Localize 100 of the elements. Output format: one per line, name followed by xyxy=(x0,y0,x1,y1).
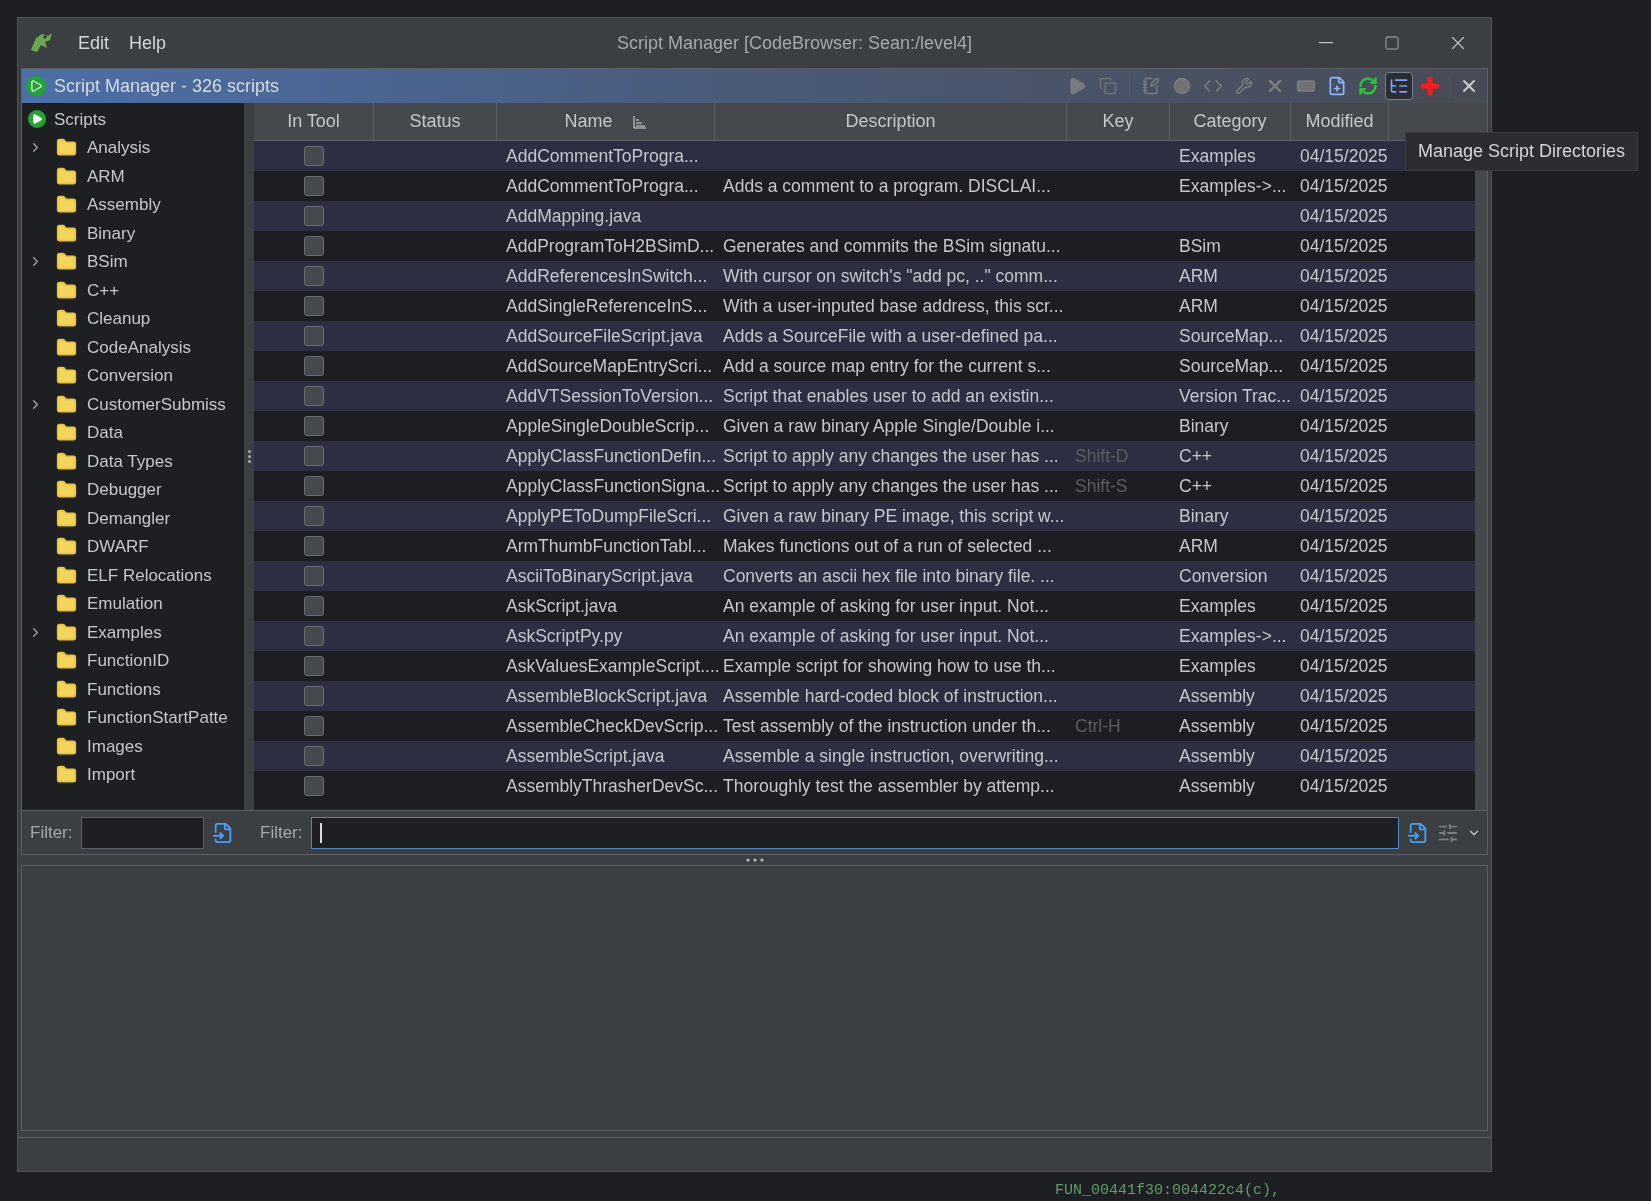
in-tool-checkbox[interactable] xyxy=(304,296,324,316)
table-cell: AssembleCheckDevScrip... xyxy=(506,715,719,736)
in-tool-checkbox[interactable] xyxy=(304,326,324,346)
filter-options-icon[interactable] xyxy=(1407,821,1429,844)
in-tool-checkbox[interactable] xyxy=(304,746,324,766)
tree-item[interactable]: Scripts xyxy=(22,105,244,134)
tree-item[interactable]: CustomerSubmiss xyxy=(87,391,226,417)
in-tool-checkbox[interactable] xyxy=(304,656,324,676)
copy-icon xyxy=(1099,77,1117,95)
table-cell: AddSingleReferenceInS... xyxy=(506,295,708,316)
in-tool-checkbox[interactable] xyxy=(304,476,324,496)
table-cell: ApplyPEToDumpFileScri... xyxy=(506,505,712,526)
in-tool-checkbox[interactable] xyxy=(304,206,324,226)
table-cell: Example script for showing how to use th... xyxy=(723,655,1056,676)
table-filter-field[interactable] xyxy=(310,816,1399,849)
tree-item[interactable]: Functions xyxy=(87,676,161,702)
tree-item[interactable]: Emulation xyxy=(87,591,163,617)
tree-item[interactable]: Analysis xyxy=(87,135,151,161)
tree-item[interactable]: Conversion xyxy=(87,363,173,389)
tree-item[interactable]: Images xyxy=(87,733,143,759)
table-cell: AddSourceMapEntryScri... xyxy=(506,355,713,376)
column-header[interactable]: In Tool xyxy=(254,103,374,140)
in-tool-checkbox[interactable] xyxy=(304,776,324,796)
tree-item[interactable]: Debugger xyxy=(87,477,162,503)
in-tool-checkbox[interactable] xyxy=(304,716,324,736)
in-tool-checkbox[interactable] xyxy=(304,686,324,706)
table-cell: AssembleBlockScript.java xyxy=(506,685,708,706)
in-tool-checkbox[interactable] xyxy=(304,356,324,376)
column-header[interactable]: Status xyxy=(374,103,497,140)
table-cell: AskScriptPy.py xyxy=(506,625,623,646)
column-header[interactable]: Name xyxy=(497,103,715,140)
table-cell: Converts an ascii hex file into binary file. ... xyxy=(723,565,1055,586)
tree-item[interactable]: Assembly xyxy=(87,192,161,218)
tree-item[interactable]: CodeAnalysis xyxy=(87,334,191,360)
in-tool-checkbox[interactable] xyxy=(304,626,324,646)
panel-title: Script Manager - 326 scripts xyxy=(54,74,281,98)
column-header[interactable]: Description xyxy=(715,103,1067,140)
table-cell: 04/15/2025 xyxy=(1300,355,1388,376)
folder-icon xyxy=(56,393,77,415)
in-tool-checkbox[interactable] xyxy=(304,146,324,166)
table-cell: 04/15/2025 xyxy=(1300,655,1388,676)
table-cell: Assemble a single instruction, overwriting... xyxy=(723,745,1059,766)
table-cell: Script that enables user to add an existin... xyxy=(723,385,1054,406)
tree-item[interactable]: Examples xyxy=(87,619,162,645)
column-header[interactable]: Modified xyxy=(1291,103,1389,140)
tree-item[interactable]: FunctionStartPatte xyxy=(87,705,228,731)
in-tool-checkbox[interactable] xyxy=(304,596,324,616)
table-cell: Assembly xyxy=(1179,775,1255,796)
tree-item[interactable]: Import xyxy=(87,762,136,788)
table-cell: SourceMap... xyxy=(1179,355,1284,376)
tree-item[interactable]: BSim xyxy=(87,249,128,275)
table-cell: ARM xyxy=(1179,265,1218,286)
in-tool-checkbox[interactable] xyxy=(304,266,324,286)
table-cell: AddCommentToProgra... xyxy=(506,145,699,166)
filter-options-icon[interactable] xyxy=(211,821,234,844)
tree-item[interactable]: ELF Relocations xyxy=(87,562,212,588)
in-tool-checkbox[interactable] xyxy=(304,416,324,436)
table-cell: Examples xyxy=(1179,655,1256,676)
table-cell: BSim xyxy=(1179,235,1221,256)
manage-directories-button[interactable] xyxy=(1385,72,1413,100)
tree-item[interactable]: Binary xyxy=(87,220,136,246)
in-tool-checkbox[interactable] xyxy=(304,536,324,556)
in-tool-checkbox[interactable] xyxy=(304,566,324,586)
menu-item[interactable]: Help xyxy=(119,29,177,57)
table-cell: 04/15/2025 xyxy=(1300,415,1388,436)
in-tool-checkbox[interactable] xyxy=(304,446,324,466)
table-cell: AddReferencesInSwitch... xyxy=(506,265,708,286)
splitter-handle-icon[interactable] xyxy=(744,858,765,862)
column-filter-icon[interactable] xyxy=(1437,821,1459,844)
table-cell: Script to apply any changes the user has ... xyxy=(723,475,1059,496)
table-cell: Version Trac... xyxy=(1179,385,1291,406)
tree-item[interactable]: Cleanup xyxy=(87,306,151,332)
tree-item[interactable]: Data Types xyxy=(87,448,173,474)
table-cell: Adds a comment to a program. DISCLAI... xyxy=(723,175,1051,196)
tree-filter-field[interactable] xyxy=(80,816,204,849)
table-cell: ApplyClassFunctionDefin... xyxy=(506,445,717,466)
table-cell: Test assembly of the instruction under th... xyxy=(723,715,1051,736)
tree-item[interactable]: C++ xyxy=(87,277,120,303)
table-cell: Shift-S xyxy=(1075,475,1128,496)
column-header[interactable]: Key xyxy=(1067,103,1170,140)
in-tool-checkbox[interactable] xyxy=(304,386,324,406)
table-cell: SourceMap... xyxy=(1179,325,1284,346)
table-cell: 04/15/2025 xyxy=(1300,595,1388,616)
in-tool-checkbox[interactable] xyxy=(304,176,324,196)
table-cell: With a user-inputed base address, this scr... xyxy=(723,295,1064,316)
table-cell: AssemblyThrasherDevSc... xyxy=(506,775,718,796)
tree-item[interactable]: Data xyxy=(87,420,123,446)
table-cell: Assembly xyxy=(1179,685,1255,706)
column-header[interactable]: Category xyxy=(1170,103,1291,140)
tree-item[interactable]: DWARF xyxy=(87,534,149,560)
tree-item[interactable]: ARM xyxy=(87,163,125,189)
table-cell: ARM xyxy=(1179,535,1218,556)
tree-item[interactable]: Demangler xyxy=(87,505,171,531)
tree-item[interactable]: FunctionID xyxy=(87,648,170,674)
in-tool-checkbox[interactable] xyxy=(304,236,324,256)
table-cell: An example of asking for user input. Not... xyxy=(723,595,1049,616)
plus-icon xyxy=(1418,74,1442,98)
in-tool-checkbox[interactable] xyxy=(304,506,324,526)
menu-item[interactable]: Edit xyxy=(68,29,120,57)
folder-icon xyxy=(56,564,77,586)
